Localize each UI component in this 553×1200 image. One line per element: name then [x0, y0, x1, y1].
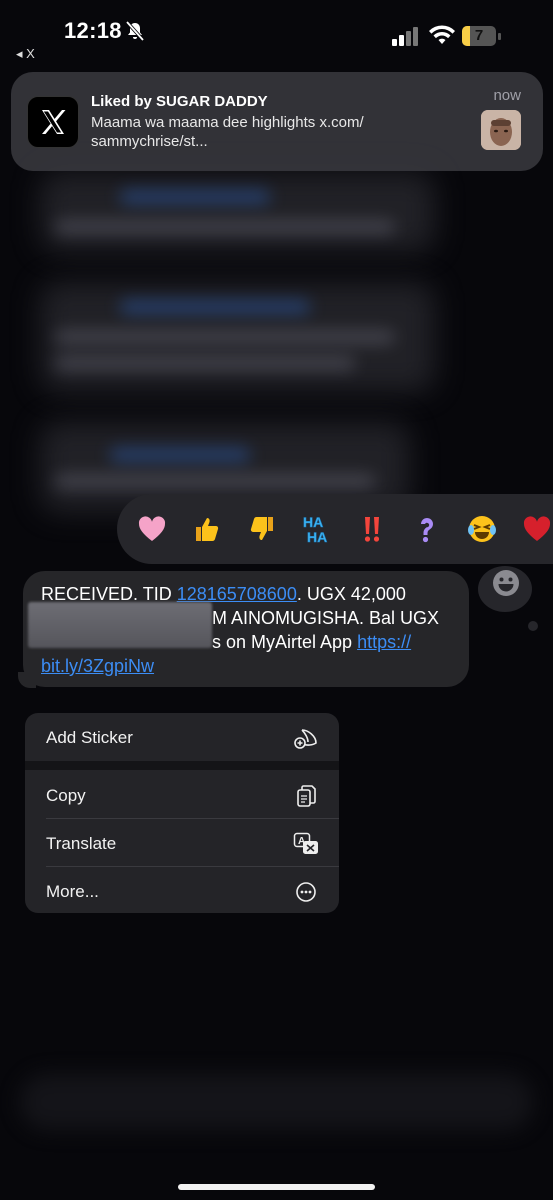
haha-reaction[interactable]: HA HA — [297, 494, 337, 564]
menu-item-label: Translate — [46, 834, 117, 853]
menu-group-separator — [25, 761, 339, 770]
menu-item-translate[interactable]: Translate A — [25, 819, 339, 867]
notification-body: Maama wa maama dee highlights x.com/ sam… — [91, 114, 364, 150]
redaction-blur — [28, 602, 212, 648]
heart-partial-reaction[interactable] — [517, 494, 553, 564]
context-menu: Add Sticker Copy Translate A More... — [25, 713, 339, 913]
translate-icon: A — [293, 832, 318, 854]
status-bar: 12:18 ◂ X 7 — [0, 0, 553, 62]
message-line-3: s on MyAirtel App https:// — [212, 632, 411, 653]
message-bubble-tail — [18, 672, 36, 688]
url-link-part2[interactable]: bit.ly/3ZgpiNw — [41, 656, 154, 676]
message-line-4: bit.ly/3ZgpiNw — [41, 656, 154, 677]
back-app-label: X — [26, 46, 35, 61]
laughing-reaction[interactable] — [462, 494, 502, 564]
cellular-signal-icon — [392, 27, 418, 46]
wifi-icon — [429, 25, 455, 44]
menu-item-label: Copy — [46, 786, 86, 805]
menu-item-more[interactable]: More... — [25, 867, 339, 913]
emoji-picker-icon[interactable] — [491, 568, 521, 598]
message-app-text: s on MyAirtel App — [212, 632, 358, 652]
url-link-part1[interactable]: https:// — [357, 632, 411, 652]
message-received-prefix: RECEIVED. TID — [41, 584, 177, 604]
message-amount: . UGX 42,000 — [296, 584, 406, 604]
bell-slash-icon — [125, 20, 145, 42]
clock-time: 12:18 — [64, 18, 122, 43]
back-to-app-button[interactable]: ◂ X — [16, 46, 35, 62]
tapback-reaction-bar: HA HA — [117, 494, 553, 564]
message-bubble[interactable]: RECEIVED. TID 128165708600. UGX 42,000 M… — [23, 571, 469, 687]
menu-item-label: More... — [46, 882, 99, 901]
svg-text:HA: HA — [303, 514, 323, 530]
notification-time: now — [493, 87, 521, 104]
question-reaction[interactable] — [407, 494, 447, 564]
blurred-message-composer — [20, 1074, 533, 1130]
copy-icon — [297, 785, 316, 807]
notification-banner[interactable]: Liked by SUGAR DADDY Maama wa maama dee … — [11, 72, 543, 171]
transaction-id-link[interactable]: 128165708600 — [177, 584, 297, 604]
sticker-add-icon — [294, 729, 317, 749]
reaction-bar-tail-dot — [528, 621, 538, 631]
exclamation-reaction[interactable] — [352, 494, 392, 564]
heart-reaction[interactable] — [132, 494, 172, 564]
home-indicator[interactable] — [178, 1184, 375, 1190]
menu-item-copy[interactable]: Copy — [25, 770, 339, 818]
battery-icon: 7 — [462, 26, 502, 46]
svg-text:HA: HA — [307, 529, 327, 545]
notification-title: Liked by SUGAR DADDY — [91, 93, 268, 110]
battery-level: 7 — [474, 27, 484, 44]
thumbs-down-reaction[interactable] — [242, 494, 282, 564]
notification-thumbnail — [481, 110, 521, 150]
message-line-2: M AINOMUGISHA. Bal UGX — [212, 608, 440, 628]
x-logo-icon — [27, 96, 79, 148]
menu-item-label: Add Sticker — [46, 728, 133, 747]
ellipsis-circle-icon — [296, 882, 316, 902]
thumbs-up-reaction[interactable] — [187, 494, 227, 564]
menu-item-add-sticker[interactable]: Add Sticker — [25, 713, 339, 761]
